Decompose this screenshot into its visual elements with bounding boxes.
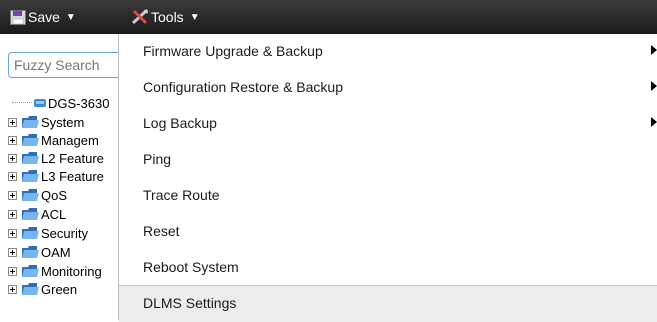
expand-icon[interactable]: [8, 209, 17, 219]
submenu-arrow-icon: [651, 45, 657, 55]
expand-icon[interactable]: [8, 266, 17, 276]
menu-item-label: Log Backup: [143, 115, 217, 131]
tools-label: Tools: [151, 9, 184, 25]
menu-item-label: Firmware Upgrade & Backup: [143, 43, 323, 59]
sidebar-item-label: Security: [41, 225, 88, 241]
sidebar-item-l3-features[interactable]: L3 Feature: [0, 167, 104, 185]
sidebar-item-label: Monitoring: [41, 263, 102, 279]
expand-icon[interactable]: [8, 117, 17, 127]
expand-icon[interactable]: [8, 284, 17, 294]
folder-icon: [22, 116, 39, 128]
sidebar-item-label: QoS: [41, 187, 68, 203]
folder-icon: [22, 227, 39, 239]
menu-item-reboot-system[interactable]: Reboot System: [119, 250, 657, 286]
sidebar-item-label: ACL: [41, 206, 67, 222]
fuzzy-search-input[interactable]: [8, 52, 118, 78]
save-icon: [10, 9, 26, 25]
menu-item-configuration-restore-backup[interactable]: Configuration Restore & Backup: [119, 70, 657, 106]
tree-root[interactable]: DGS-3630: [0, 94, 109, 112]
expand-icon[interactable]: [8, 153, 17, 163]
sidebar-item-security[interactable]: Security: [0, 224, 88, 242]
menu-item-dlms-settings[interactable]: DLMS Settings: [119, 285, 657, 322]
menu-item-reset[interactable]: Reset: [119, 214, 657, 250]
menu-item-firmware-upgrade-backup[interactable]: Firmware Upgrade & Backup: [119, 34, 657, 70]
chevron-down-icon: ▼: [189, 11, 200, 23]
sidebar-item-label: L3 Feature: [41, 168, 104, 184]
sidebar-item-green[interactable]: Green: [0, 280, 77, 298]
sidebar-item-label: Green: [41, 281, 78, 297]
menu-item-label: Configuration Restore & Backup: [143, 79, 343, 95]
tools-dropdown-menu: Firmware Upgrade & Backup Configuration …: [118, 34, 657, 322]
chevron-down-icon: ▼: [65, 11, 76, 23]
sidebar-item-label: System: [41, 114, 85, 130]
sidebar-item-qos[interactable]: QoS: [0, 186, 67, 204]
sidebar-item-monitoring[interactable]: Monitoring: [0, 262, 102, 280]
menu-item-label: DLMS Settings: [143, 295, 237, 311]
folder-icon: [22, 152, 39, 164]
folder-icon: [22, 265, 39, 277]
sidebar-item-system[interactable]: System: [0, 113, 84, 131]
folder-icon: [22, 134, 39, 146]
expand-icon[interactable]: [8, 247, 17, 257]
switch-device-icon: [34, 99, 46, 107]
folder-icon: [22, 170, 39, 182]
menu-item-label: Trace Route: [143, 187, 220, 203]
expand-icon[interactable]: [8, 190, 17, 200]
folder-icon: [22, 246, 39, 258]
menu-item-label: Ping: [143, 151, 172, 167]
toolbar: Save ▼ Tools ▼: [0, 0, 657, 34]
menu-item-label: Reboot System: [143, 259, 239, 275]
tools-icon: [131, 9, 148, 25]
expand-icon[interactable]: [8, 135, 17, 145]
menu-item-ping[interactable]: Ping: [119, 142, 657, 178]
submenu-arrow-icon: [651, 117, 657, 127]
save-menu-button[interactable]: Save ▼: [10, 0, 76, 34]
sidebar-item-label: OAM: [41, 244, 71, 260]
sidebar-item-oam[interactable]: OAM: [0, 243, 71, 261]
expand-icon[interactable]: [8, 228, 17, 238]
tree-connector: [12, 102, 32, 104]
save-label: Save: [28, 9, 60, 25]
sidebar-item-label: Managem: [41, 132, 99, 148]
tools-menu-button[interactable]: Tools ▼: [131, 0, 200, 34]
folder-icon: [22, 208, 39, 220]
menu-item-trace-route[interactable]: Trace Route: [119, 178, 657, 214]
menu-item-label: Reset: [143, 223, 180, 239]
folder-icon: [22, 189, 39, 201]
tree-root-label: DGS-3630: [48, 95, 110, 111]
sidebar-item-acl[interactable]: ACL: [0, 205, 66, 223]
menu-item-log-backup[interactable]: Log Backup: [119, 106, 657, 142]
sidebar-item-label: L2 Feature: [41, 150, 104, 166]
sidebar-item-management[interactable]: Managem: [0, 131, 99, 149]
submenu-arrow-icon: [651, 81, 657, 91]
expand-icon[interactable]: [8, 171, 17, 181]
folder-icon: [22, 283, 39, 295]
navigation-panel: DGS-3630 System Managem L2 Feature L3 Fe…: [0, 34, 119, 320]
sidebar-item-l2-features[interactable]: L2 Feature: [0, 149, 104, 167]
